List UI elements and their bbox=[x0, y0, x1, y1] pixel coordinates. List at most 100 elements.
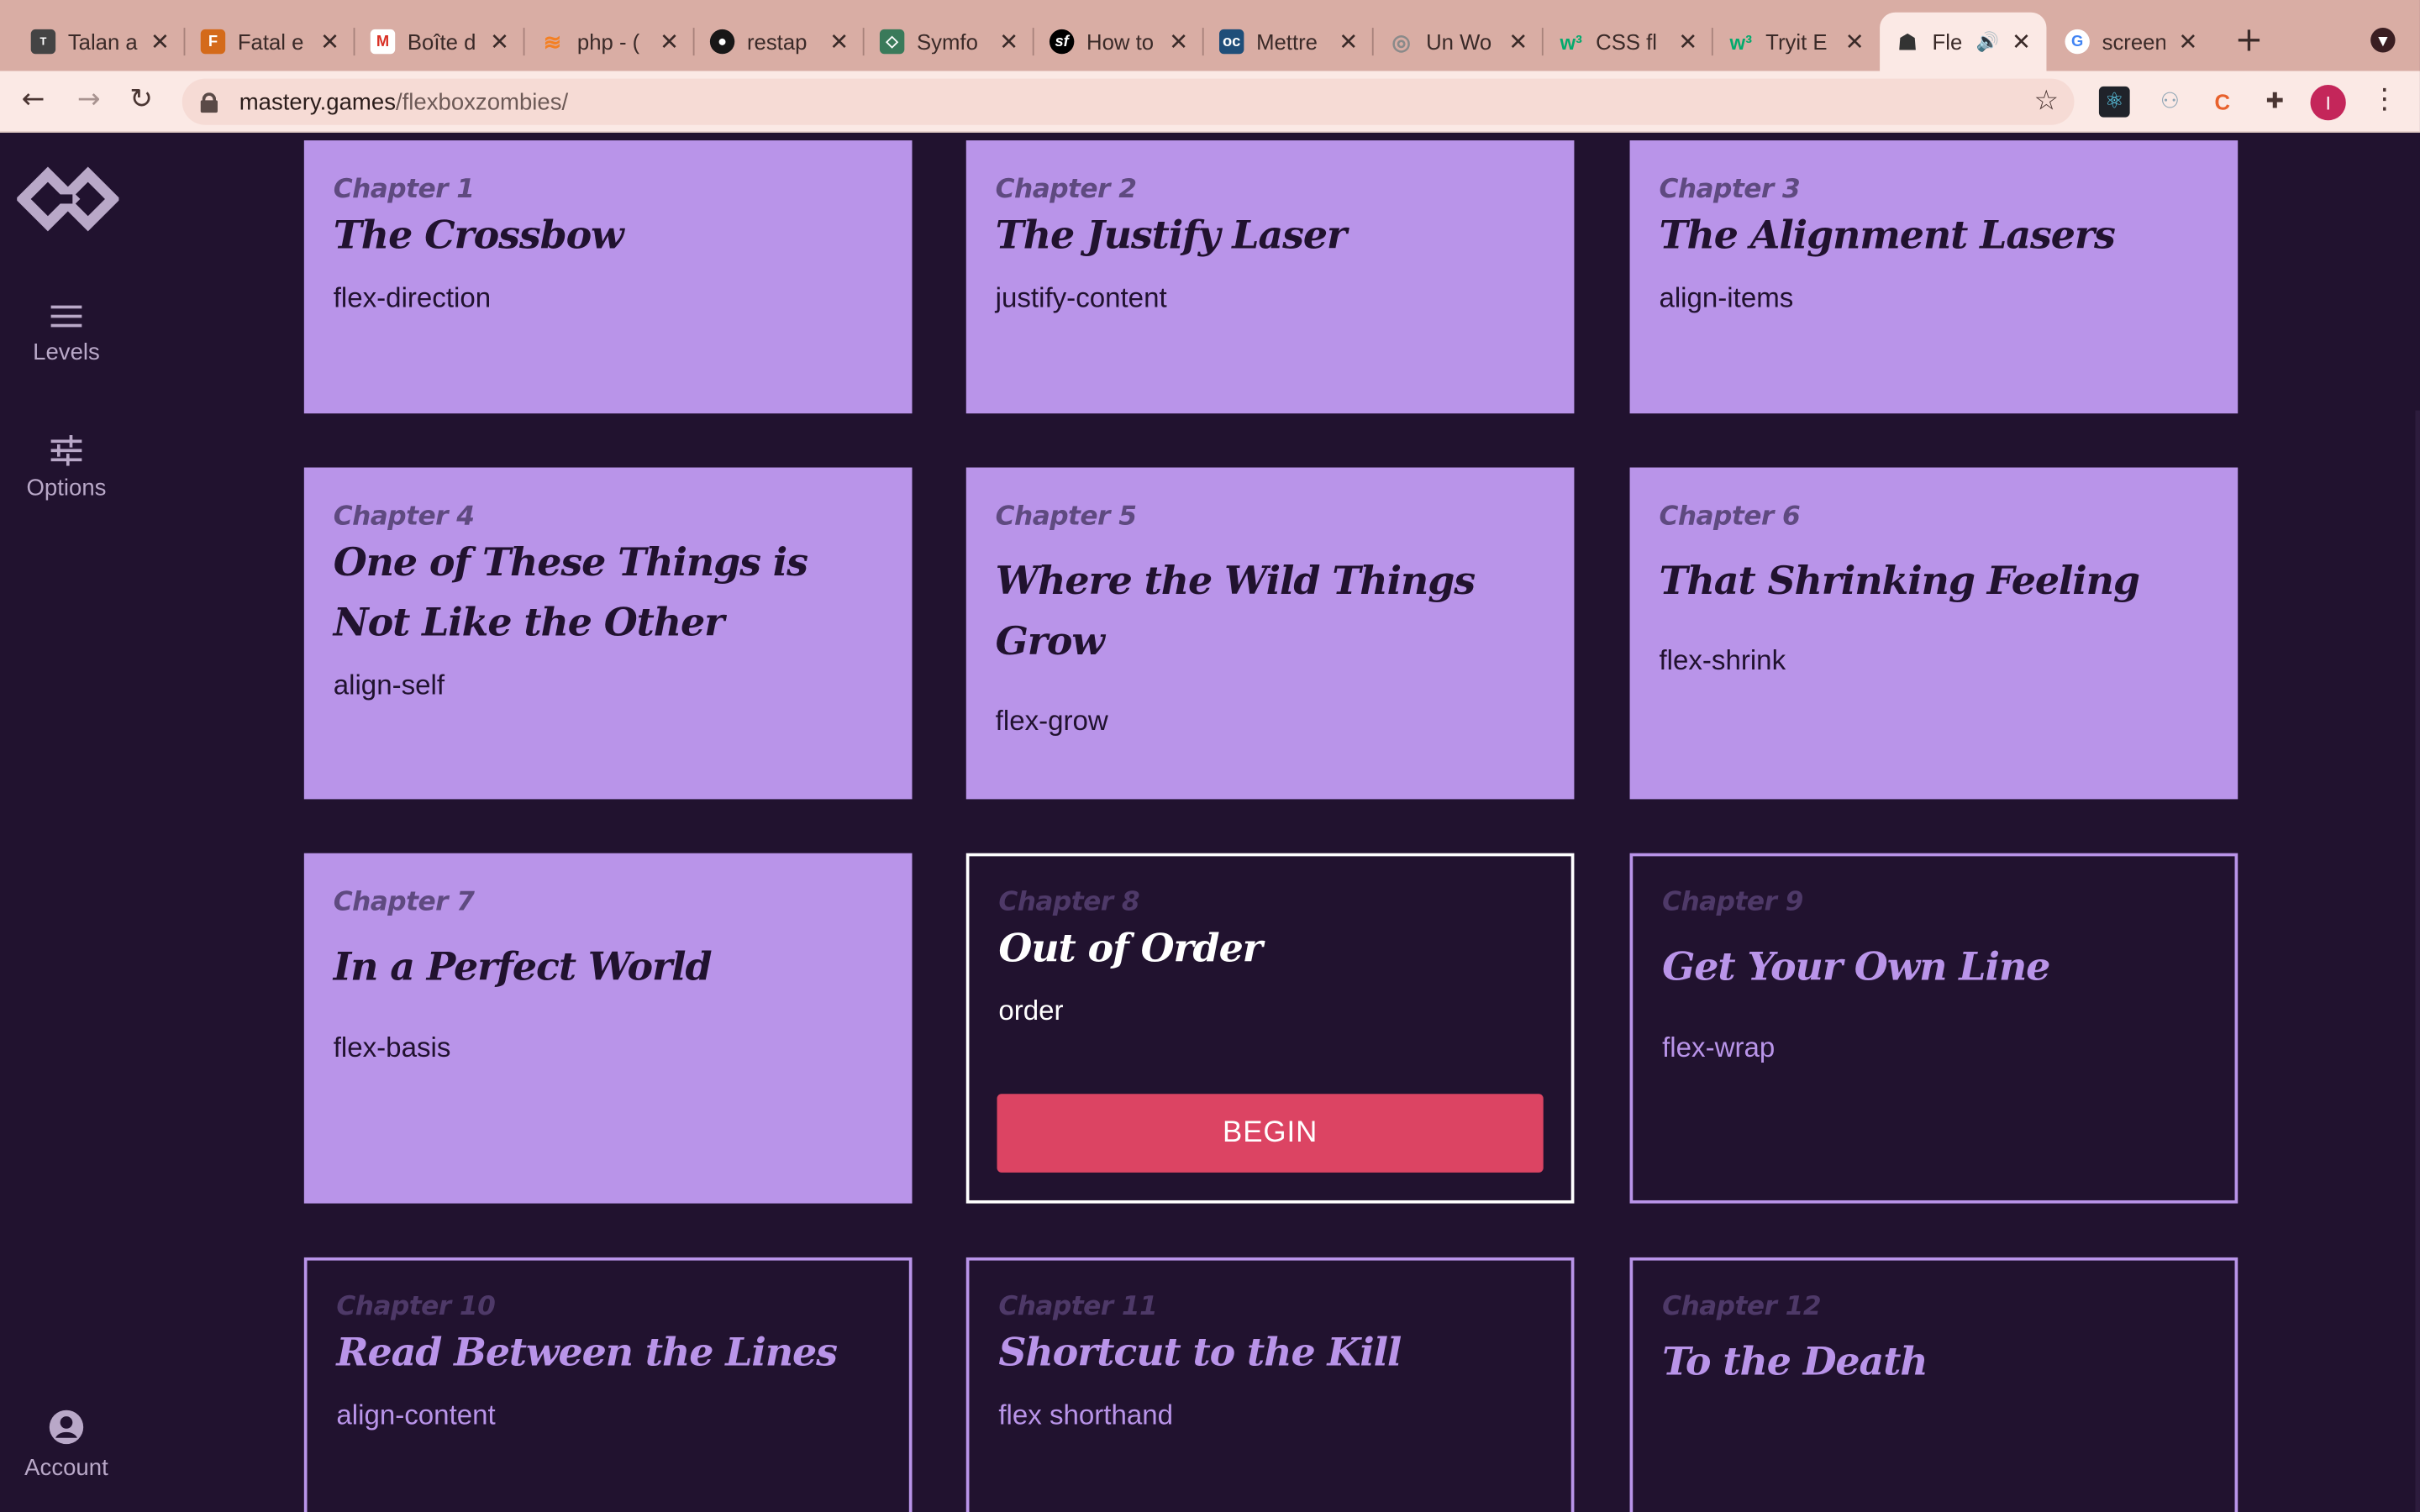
chapter-card-locked[interactable]: Chapter 10 Read Between the Lines align-… bbox=[303, 1257, 913, 1512]
w3schools-favicon-icon: w³ bbox=[1560, 29, 1583, 54]
menu-icon bbox=[50, 305, 82, 328]
close-tab-icon[interactable]: ✕ bbox=[150, 28, 170, 55]
reload-icon[interactable]: ↻ bbox=[129, 83, 153, 116]
chapter-title: To the Death bbox=[1662, 1339, 1928, 1384]
sliders-icon bbox=[50, 434, 82, 466]
extensions-puzzle-icon[interactable]: ✚ bbox=[2260, 87, 2291, 118]
chapter-card-locked[interactable]: Chapter 11 Shortcut to the Kill flex sho… bbox=[965, 1257, 1575, 1512]
close-tab-icon[interactable]: ✕ bbox=[660, 28, 679, 55]
chapter-card[interactable]: Chapter 4 One of These Things is Not Lik… bbox=[303, 467, 913, 800]
chapter-property: flex-direction bbox=[333, 282, 492, 313]
extension-icon[interactable]: ⚇ bbox=[2154, 87, 2186, 118]
sidebar-item-options[interactable]: Options bbox=[0, 434, 133, 501]
close-tab-icon[interactable]: ✕ bbox=[1339, 28, 1358, 55]
chapter-title: Get Your Own Line bbox=[1662, 944, 2050, 990]
github-favicon-icon: ● bbox=[709, 29, 735, 55]
new-tab-icon[interactable]: + bbox=[2235, 22, 2264, 60]
chapter-title: In a Perfect World bbox=[333, 944, 713, 990]
close-tab-icon[interactable]: ✕ bbox=[2178, 28, 2197, 55]
browser-menu-icon[interactable]: ⋮ bbox=[2370, 83, 2398, 116]
chapter-card-locked[interactable]: Chapter 12 To the Death bbox=[1629, 1257, 2238, 1512]
chapter-property: flex-grow bbox=[995, 705, 1108, 737]
browser-tab[interactable]: w³ CSS fl ✕ bbox=[1544, 13, 1713, 71]
symfony-favicon-icon: sf bbox=[1049, 29, 1075, 55]
chapter-number: Chapter 2 bbox=[995, 174, 1137, 206]
google-favicon-icon: G bbox=[2065, 29, 2090, 55]
tab-search-icon[interactable]: ▼ bbox=[2370, 28, 2396, 53]
begin-button[interactable]: BEGIN bbox=[997, 1094, 1544, 1173]
chapter-number: Chapter 3 bbox=[1659, 174, 1801, 206]
chapter-number: Chapter 4 bbox=[333, 501, 475, 533]
tab-title: How to bbox=[1086, 29, 1155, 55]
sidebar-item-label: Levels bbox=[33, 339, 100, 366]
chapter-title: Shortcut to the Kill bbox=[998, 1330, 1402, 1375]
bookmark-star-icon[interactable]: ☆ bbox=[2034, 85, 2060, 118]
close-tab-icon[interactable]: ✕ bbox=[999, 28, 1018, 55]
tab-title: Boîte d bbox=[407, 29, 476, 55]
tab-title: Un Wo bbox=[1426, 29, 1492, 55]
browser-tab-active[interactable]: ☗ Fle 🔊 ✕ bbox=[1880, 12, 2047, 71]
back-icon[interactable]: ← bbox=[22, 83, 45, 116]
close-tab-icon[interactable]: ✕ bbox=[2012, 28, 2031, 55]
chapter-number: Chapter 6 bbox=[1659, 501, 1801, 533]
browser-tab[interactable]: ● restap ✕ bbox=[695, 13, 865, 71]
scrollbar[interactable] bbox=[2415, 410, 2420, 1512]
sidebar-item-account[interactable]: Account bbox=[0, 1409, 133, 1481]
browser-tab[interactable]: ◇ Symfo ✕ bbox=[865, 13, 1034, 71]
chapter-title: Where the Wild Things Grow bbox=[995, 558, 1476, 664]
close-tab-icon[interactable]: ✕ bbox=[320, 28, 339, 55]
tab-title: Fle bbox=[1932, 29, 1963, 55]
page: Levels Options Account Chapter 1 The Cro… bbox=[0, 132, 2420, 1512]
colorzilla-icon[interactable]: C bbox=[2207, 87, 2238, 118]
browser-tab[interactable]: oc Mettre ✕ bbox=[1204, 13, 1374, 71]
react-devtools-icon[interactable]: ⚛ bbox=[2098, 86, 2130, 118]
close-tab-icon[interactable]: ✕ bbox=[490, 28, 509, 55]
sidebar-item-levels[interactable]: Levels bbox=[0, 302, 133, 365]
browser-tab[interactable]: G screen ✕ bbox=[2049, 13, 2213, 71]
browser-tab[interactable]: ≋ php - ( ✕ bbox=[524, 13, 695, 71]
fatal-favicon-icon: F bbox=[200, 29, 226, 55]
chapter-card[interactable]: Chapter 7 In a Perfect World flex-basis bbox=[303, 853, 913, 1204]
url-host: mastery.games bbox=[239, 88, 396, 115]
chapter-title: Read Between the Lines bbox=[336, 1330, 838, 1375]
browser-tab[interactable]: w³ Tryit E ✕ bbox=[1713, 13, 1880, 71]
close-tab-icon[interactable]: ✕ bbox=[1169, 28, 1188, 55]
tab-title: Fatal e bbox=[237, 29, 304, 55]
chapter-property: justify-content bbox=[995, 282, 1167, 313]
chapter-card[interactable]: Chapter 2 The Justify Laser justify-cont… bbox=[965, 140, 1575, 414]
chapter-title: That Shrinking Feeling bbox=[1659, 558, 2140, 604]
close-tab-icon[interactable]: ✕ bbox=[829, 28, 849, 55]
browser-tab[interactable]: F Fatal e ✕ bbox=[185, 13, 355, 71]
gmail-favicon-icon: M bbox=[370, 29, 396, 55]
chapter-property: align-self bbox=[333, 669, 445, 701]
sidebar-item-label: Account bbox=[24, 1455, 108, 1482]
address-bar[interactable]: mastery.games/flexboxzombies/ ☆ bbox=[182, 78, 2075, 125]
close-tab-icon[interactable]: ✕ bbox=[1508, 28, 1528, 55]
chapter-number: Chapter 5 bbox=[995, 501, 1137, 533]
browser-tab[interactable]: sf How to ✕ bbox=[1034, 13, 1204, 71]
stackoverflow-favicon-icon: ≋ bbox=[543, 28, 562, 54]
profile-avatar[interactable]: I bbox=[2310, 85, 2346, 121]
chapter-property: order bbox=[998, 995, 1064, 1026]
chapter-card-locked[interactable]: Chapter 9 Get Your Own Line flex-wrap bbox=[1629, 853, 2238, 1204]
flexbox-zombies-favicon-icon: ☗ bbox=[1897, 28, 1918, 54]
browser-tab[interactable]: M Boîte d ✕ bbox=[355, 13, 525, 71]
close-tab-icon[interactable]: ✕ bbox=[1678, 28, 1697, 55]
chapter-title: The Alignment Lasers bbox=[1659, 213, 2115, 258]
close-tab-icon[interactable]: ✕ bbox=[1845, 28, 1865, 55]
forward-icon[interactable]: → bbox=[77, 83, 101, 116]
mastery-games-logo-icon[interactable] bbox=[17, 160, 119, 238]
chapter-card[interactable]: Chapter 3 The Alignment Lasers align-ite… bbox=[1629, 140, 2238, 414]
tab-title: php - ( bbox=[576, 29, 640, 55]
browser-tab[interactable]: T Talan a ✕ bbox=[15, 13, 186, 71]
chapter-card[interactable]: Chapter 5 Where the Wild Things Grow fle… bbox=[965, 467, 1575, 800]
chapter-card[interactable]: Chapter 6 That Shrinking Feeling flex-sh… bbox=[1629, 467, 2238, 800]
sidebar-item-label: Options bbox=[26, 475, 107, 501]
chapter-property: flex-basis bbox=[333, 1032, 451, 1063]
browser-tab[interactable]: ◎ Un Wo ✕ bbox=[1374, 13, 1544, 71]
speaker-icon[interactable]: 🔊 bbox=[1976, 31, 1999, 53]
chapter-title: The Justify Laser bbox=[995, 213, 1347, 258]
chapter-card-current[interactable]: Chapter 8 Out of Order order BEGIN bbox=[965, 853, 1575, 1204]
chapter-card[interactable]: Chapter 1 The Crossbow flex-direction bbox=[303, 140, 913, 414]
account-icon bbox=[49, 1410, 84, 1445]
